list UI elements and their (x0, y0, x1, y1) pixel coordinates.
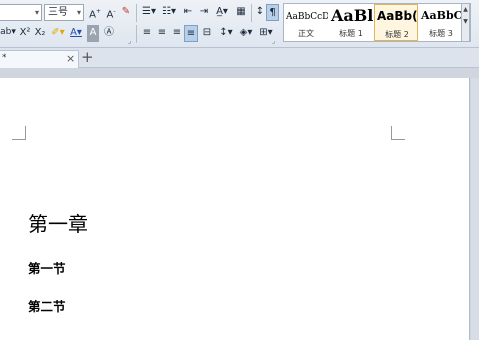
chevron-down-icon[interactable]: ▼ (462, 16, 469, 28)
shrink-font-icon[interactable]: A- (104, 4, 118, 21)
canvas-gap (0, 68, 479, 78)
separator (251, 4, 252, 22)
style-heading-3[interactable]: AaBbC 标题 3 (419, 4, 463, 41)
font-color-icon[interactable]: A▾ (68, 25, 84, 42)
separator (136, 4, 137, 22)
grow-font-icon[interactable]: A+ (88, 4, 102, 21)
font-size-combo[interactable]: 三号 ▾ (44, 4, 84, 21)
distributed-icon[interactable]: ⊟ (200, 25, 214, 42)
justify-icon[interactable]: ≡ (184, 25, 198, 42)
style-preview: AaBb( (377, 9, 418, 23)
style-heading-2[interactable]: AaBb( 标题 2 (374, 4, 418, 41)
margin-corner-left (12, 126, 26, 140)
font-size-value: 三号 (48, 7, 68, 18)
style-name: 标题 3 (429, 29, 453, 38)
clear-format-icon[interactable]: ✎ (120, 4, 132, 21)
chapter-heading[interactable]: 第一章 (28, 208, 88, 237)
decrease-indent-icon[interactable]: ⇤ (182, 4, 194, 21)
style-name: 标题 1 (339, 29, 363, 38)
section-heading[interactable]: 第二节 (28, 296, 66, 315)
style-preview: AaBl (331, 6, 373, 25)
document-page[interactable]: 第一章 第一节 第二节 (0, 78, 470, 340)
document-tab[interactable]: * × (0, 50, 79, 68)
highlight-icon[interactable]: ✐▾ (50, 25, 66, 42)
align-left-icon[interactable]: ≡ (141, 25, 153, 42)
new-tab-icon[interactable]: + (81, 49, 94, 65)
chevron-up-icon[interactable]: ▲ (462, 4, 469, 16)
style-preview: AaBbCcDc (286, 12, 328, 22)
align-center-icon[interactable]: ≡ (156, 25, 168, 42)
style-heading-1[interactable]: AaBl 标题 1 (329, 4, 373, 41)
increase-indent-icon[interactable]: ⇥ (198, 4, 210, 21)
font-name-combo[interactable]: ▾ (0, 4, 42, 21)
vertical-scrollbar[interactable] (471, 78, 479, 340)
sort-icon[interactable]: ↕ (254, 4, 266, 21)
close-icon[interactable]: × (66, 52, 75, 65)
style-preview: AaBbC (421, 9, 463, 22)
shading-icon[interactable]: ◈▾ (238, 25, 254, 42)
separator (136, 25, 137, 43)
style-name: 正文 (298, 29, 314, 38)
superscript-icon[interactable]: X² (18, 25, 32, 42)
margin-corner-right (391, 126, 405, 140)
char-border-icon[interactable]: Ⓐ (102, 25, 116, 42)
section-heading[interactable]: 第一节 (28, 258, 66, 277)
show-marks-icon[interactable]: ¶ (266, 4, 279, 21)
numbering-icon[interactable]: ☷▾ (161, 4, 177, 21)
subscript-icon[interactable]: X₂ (33, 25, 47, 42)
document-tab-bar: * × + (0, 48, 479, 68)
chevron-down-icon: ▾ (76, 8, 81, 17)
ribbon: ▾ 三号 ▾ A+ A- ✎ ☰▾ ☷▾ ⇤ ⇥ A̲▾ ▦ ↕ ¶ ab▾ X²… (0, 0, 479, 48)
font-dialog-launcher-icon[interactable]: ⌟ (128, 37, 131, 45)
styles-gallery: AaBbCcDc 正文 AaBl 标题 1 AaBb( 标题 2 AaBbC 标… (283, 3, 471, 42)
table-icon[interactable]: ▦ (235, 4, 247, 21)
char-shading-icon[interactable]: A (87, 25, 99, 42)
bullets-icon[interactable]: ☰▾ (141, 4, 157, 21)
style-normal[interactable]: AaBbCcDc 正文 (284, 4, 328, 41)
align-right-icon[interactable]: ≡ (171, 25, 183, 42)
tab-title: * (2, 53, 7, 63)
chinese-layout-icon[interactable]: A̲▾ (214, 4, 230, 21)
char-case-icon[interactable]: ab▾ (0, 25, 16, 42)
paragraph-dialog-launcher-icon[interactable]: ⌟ (272, 37, 275, 45)
style-name: 标题 2 (385, 30, 409, 39)
styles-scroll[interactable]: ▲ ▼ (461, 3, 470, 42)
line-spacing-icon[interactable]: ↕▾ (217, 25, 235, 42)
